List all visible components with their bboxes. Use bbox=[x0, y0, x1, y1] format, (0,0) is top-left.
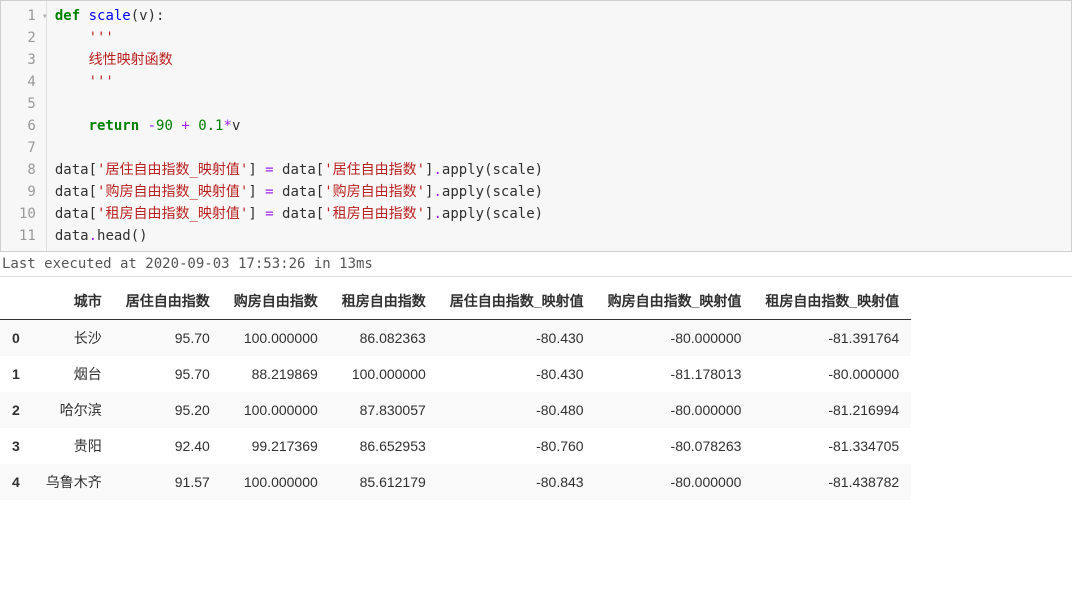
row-index: 0 bbox=[0, 320, 34, 357]
line-number-gutter: 1234567891011 bbox=[1, 1, 47, 251]
line-number: 11 bbox=[1, 225, 46, 247]
cell-value: -80.843 bbox=[438, 464, 596, 500]
table-row: 2哈尔滨95.20100.00000087.830057-80.480-80.0… bbox=[0, 392, 911, 428]
cell-value: -81.334705 bbox=[753, 428, 911, 464]
code-editor[interactable]: def scale(v): ''' 线性映射函数 ''' return -90 … bbox=[47, 1, 1071, 251]
table-header-row: 城市居住自由指数购房自由指数租房自由指数居住自由指数_映射值购房自由指数_映射值… bbox=[0, 283, 911, 320]
column-header: 购房自由指数 bbox=[222, 283, 330, 320]
cell-value: 100.000000 bbox=[222, 464, 330, 500]
column-header: 城市 bbox=[34, 283, 114, 320]
row-index: 2 bbox=[0, 392, 34, 428]
row-index: 1 bbox=[0, 356, 34, 392]
column-header: 居住自由指数 bbox=[114, 283, 222, 320]
line-number: 10 bbox=[1, 203, 46, 225]
cell-value: 100.000000 bbox=[330, 356, 438, 392]
cell-value: -81.391764 bbox=[753, 320, 911, 357]
cell-value: 95.70 bbox=[114, 320, 222, 357]
line-number: 5 bbox=[1, 93, 46, 115]
cell-value: 99.217369 bbox=[222, 428, 330, 464]
line-number: 1 bbox=[1, 5, 46, 27]
execution-info: Last executed at 2020-09-03 17:53:26 in … bbox=[0, 252, 1072, 277]
table-row: 1烟台95.7088.219869100.000000-80.430-81.17… bbox=[0, 356, 911, 392]
cell-value: 92.40 bbox=[114, 428, 222, 464]
code-line[interactable]: data['租房自由指数_映射值'] = data['租房自由指数'].appl… bbox=[55, 203, 1063, 225]
cell-value: 85.612179 bbox=[330, 464, 438, 500]
cell-value: 100.000000 bbox=[222, 392, 330, 428]
code-line[interactable]: def scale(v): bbox=[55, 5, 1063, 27]
cell-value: -80.078263 bbox=[596, 428, 754, 464]
line-number: 6 bbox=[1, 115, 46, 137]
column-header: 租房自由指数 bbox=[330, 283, 438, 320]
table-row: 3贵阳92.4099.21736986.652953-80.760-80.078… bbox=[0, 428, 911, 464]
column-header: 居住自由指数_映射值 bbox=[438, 283, 596, 320]
code-line[interactable]: data['购房自由指数_映射值'] = data['购房自由指数'].appl… bbox=[55, 181, 1063, 203]
cell-value: 91.57 bbox=[114, 464, 222, 500]
code-line[interactable] bbox=[55, 137, 1063, 159]
line-number: 9 bbox=[1, 181, 46, 203]
cell-value: -80.000000 bbox=[753, 356, 911, 392]
line-number: 2 bbox=[1, 27, 46, 49]
cell-value: 87.830057 bbox=[330, 392, 438, 428]
code-line[interactable]: 线性映射函数 bbox=[55, 49, 1063, 71]
cell-value: -80.760 bbox=[438, 428, 596, 464]
dataframe-output: 城市居住自由指数购房自由指数租房自由指数居住自由指数_映射值购房自由指数_映射值… bbox=[0, 283, 911, 500]
line-number: 7 bbox=[1, 137, 46, 159]
cell-city: 长沙 bbox=[34, 320, 114, 357]
cell-value: 95.20 bbox=[114, 392, 222, 428]
code-line[interactable]: ''' bbox=[55, 27, 1063, 49]
cell-value: 86.082363 bbox=[330, 320, 438, 357]
line-number: 8 bbox=[1, 159, 46, 181]
table-row: 0长沙95.70100.00000086.082363-80.430-80.00… bbox=[0, 320, 911, 357]
cell-value: -80.000000 bbox=[596, 320, 754, 357]
cell-value: -80.480 bbox=[438, 392, 596, 428]
cell-value: 95.70 bbox=[114, 356, 222, 392]
cell-value: -81.216994 bbox=[753, 392, 911, 428]
code-line[interactable]: data['居住自由指数_映射值'] = data['居住自由指数'].appl… bbox=[55, 159, 1063, 181]
column-header: 租房自由指数_映射值 bbox=[753, 283, 911, 320]
code-line[interactable] bbox=[55, 93, 1063, 115]
column-header: 购房自由指数_映射值 bbox=[596, 283, 754, 320]
code-cell[interactable]: 1234567891011 def scale(v): ''' 线性映射函数 '… bbox=[0, 0, 1072, 252]
cell-value: -80.000000 bbox=[596, 392, 754, 428]
cell-city: 乌鲁木齐 bbox=[34, 464, 114, 500]
column-header bbox=[0, 283, 34, 320]
cell-value: -81.178013 bbox=[596, 356, 754, 392]
code-line[interactable]: ''' bbox=[55, 71, 1063, 93]
line-number: 3 bbox=[1, 49, 46, 71]
cell-value: -81.438782 bbox=[753, 464, 911, 500]
cell-value: -80.000000 bbox=[596, 464, 754, 500]
code-line[interactable]: return -90 + 0.1*v bbox=[55, 115, 1063, 137]
cell-city: 贵阳 bbox=[34, 428, 114, 464]
cell-value: -80.430 bbox=[438, 356, 596, 392]
code-line[interactable]: data.head() bbox=[55, 225, 1063, 247]
cell-city: 哈尔滨 bbox=[34, 392, 114, 428]
line-number: 4 bbox=[1, 71, 46, 93]
row-index: 4 bbox=[0, 464, 34, 500]
cell-value: 88.219869 bbox=[222, 356, 330, 392]
cell-value: -80.430 bbox=[438, 320, 596, 357]
row-index: 3 bbox=[0, 428, 34, 464]
table-row: 4乌鲁木齐91.57100.00000085.612179-80.843-80.… bbox=[0, 464, 911, 500]
cell-value: 100.000000 bbox=[222, 320, 330, 357]
cell-city: 烟台 bbox=[34, 356, 114, 392]
cell-value: 86.652953 bbox=[330, 428, 438, 464]
